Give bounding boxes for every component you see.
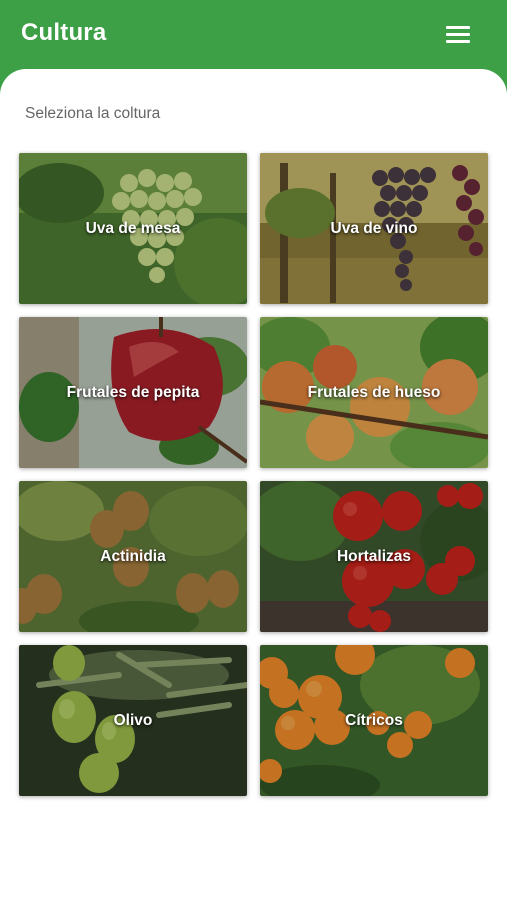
page-title: Cultura	[21, 19, 107, 46]
crop-card-label: Uva de vino	[330, 219, 418, 237]
crop-card-label: Uva de mesa	[85, 219, 181, 237]
crop-card-vegetables[interactable]: Hortalizas	[260, 481, 488, 632]
crop-card-table-grapes[interactable]: Uva de mesa	[19, 153, 247, 304]
crop-card-stone-fruits[interactable]: Frutales de hueso	[260, 317, 488, 468]
crop-card-pome-fruits[interactable]: Frutales de pepita	[19, 317, 247, 468]
crop-card-kiwi[interactable]: Actinidia	[19, 481, 247, 632]
crop-card-label: Frutales de hueso	[307, 383, 441, 401]
crop-card-label: Frutales de pepita	[66, 383, 200, 401]
crop-card-olive[interactable]: Olivo	[19, 645, 247, 796]
crop-card-wine-grapes[interactable]: Uva de vino	[260, 153, 488, 304]
hamburger-menu-icon[interactable]	[438, 22, 478, 48]
crop-card-label: Cítricos	[345, 711, 403, 729]
crop-card-label: Hortalizas	[336, 547, 412, 565]
crop-card-label: Actinidia	[100, 547, 166, 565]
crop-card-citrus[interactable]: Cítricos	[260, 645, 488, 796]
section-subtitle: Seleziona la coltura	[25, 105, 161, 122]
crop-card-label: Olivo	[113, 711, 153, 729]
